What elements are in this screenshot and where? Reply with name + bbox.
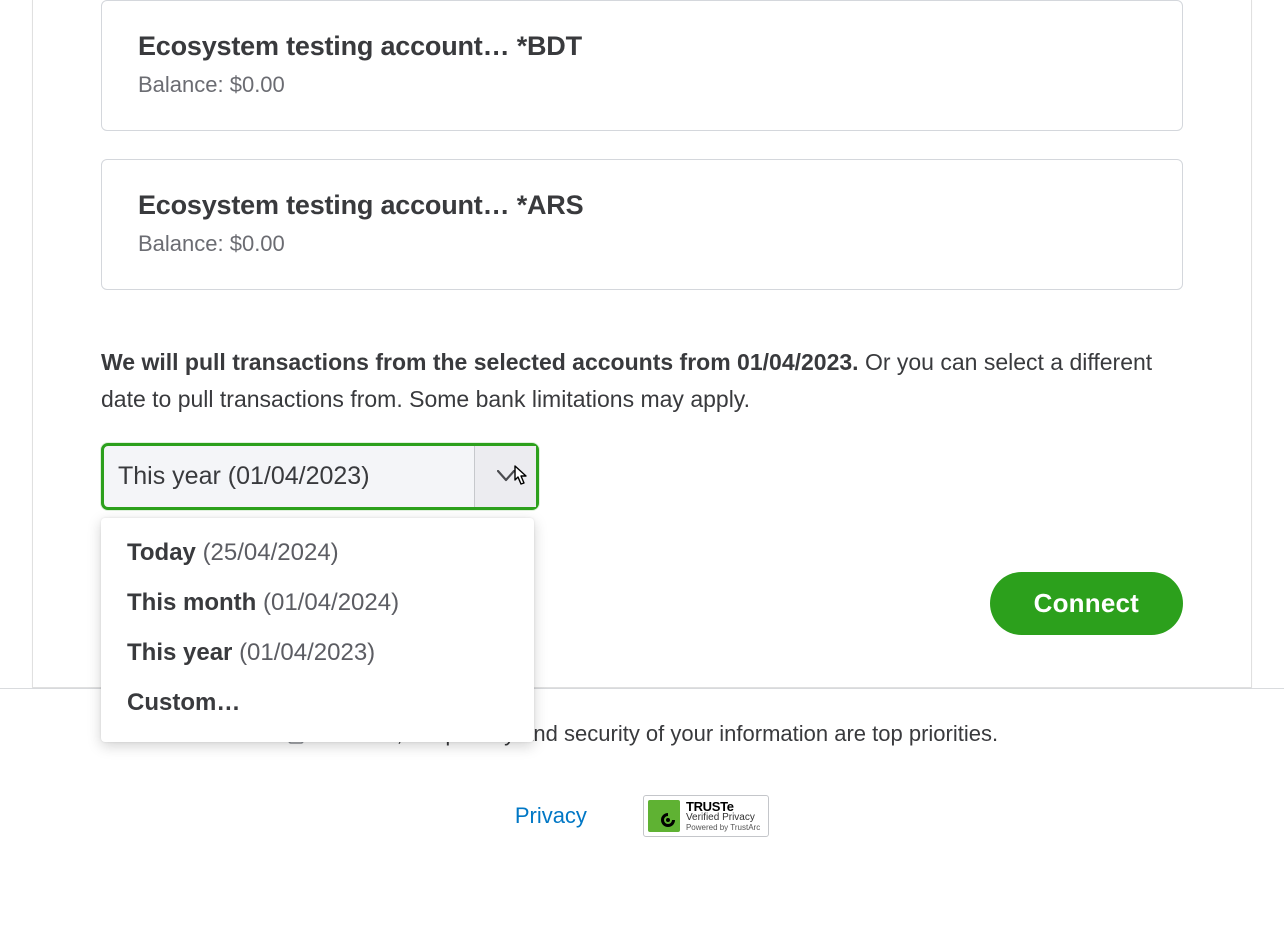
- option-label: Custom…: [127, 689, 240, 716]
- option-label: Today: [127, 539, 203, 566]
- main-panel: Ecosystem testing account… *BDT Balance:…: [32, 0, 1252, 688]
- account-card-bdt[interactable]: Ecosystem testing account… *BDT Balance:…: [101, 0, 1183, 131]
- dropdown-toggle-button[interactable]: [474, 446, 536, 507]
- date-range-selected-value: This year (01/04/2023): [104, 462, 474, 491]
- dropdown-option-this-year[interactable]: This year (01/04/2023): [101, 628, 534, 678]
- account-title: Ecosystem testing account… *BDT: [138, 31, 1146, 62]
- option-date: (01/04/2023): [239, 639, 375, 666]
- option-date: (01/04/2024): [263, 589, 399, 616]
- connect-button[interactable]: Connect: [990, 572, 1183, 635]
- option-label: This year: [127, 639, 239, 666]
- dropdown-option-custom[interactable]: Custom…: [101, 678, 534, 728]
- pull-text-bold: We will pull transactions from the selec…: [101, 349, 859, 375]
- truste-powered: Powered by TrustArc: [686, 824, 760, 832]
- account-card-ars[interactable]: Ecosystem testing account… *ARS Balance:…: [101, 159, 1183, 290]
- truste-title: TRUSTe: [686, 800, 760, 814]
- pull-transactions-text: We will pull transactions from the selec…: [101, 344, 1183, 419]
- truste-logo-icon: [648, 800, 680, 832]
- account-balance: Balance: $0.00: [138, 72, 1146, 98]
- footer-bottom-row: Privacy TRUSTe Verified Privacy Powered …: [0, 795, 1284, 838]
- account-balance: Balance: $0.00: [138, 231, 1146, 257]
- option-label: This month: [127, 589, 263, 616]
- date-range-select[interactable]: This year (01/04/2023): [101, 443, 539, 510]
- truste-text: TRUSTe Verified Privacy Powered by Trust…: [686, 800, 760, 833]
- privacy-link[interactable]: Privacy: [515, 803, 587, 829]
- date-dropdown-wrapper: This year (01/04/2023) Today (25/04/2024…: [101, 443, 539, 510]
- option-date: (25/04/2024): [203, 539, 339, 566]
- dropdown-option-this-month[interactable]: This month (01/04/2024): [101, 578, 534, 628]
- account-title: Ecosystem testing account… *ARS: [138, 190, 1146, 221]
- truste-badge[interactable]: TRUSTe Verified Privacy Powered by Trust…: [643, 795, 769, 838]
- date-range-menu: Today (25/04/2024) This month (01/04/202…: [101, 518, 534, 742]
- chevron-down-icon: [497, 470, 515, 482]
- dropdown-option-today[interactable]: Today (25/04/2024): [101, 528, 534, 578]
